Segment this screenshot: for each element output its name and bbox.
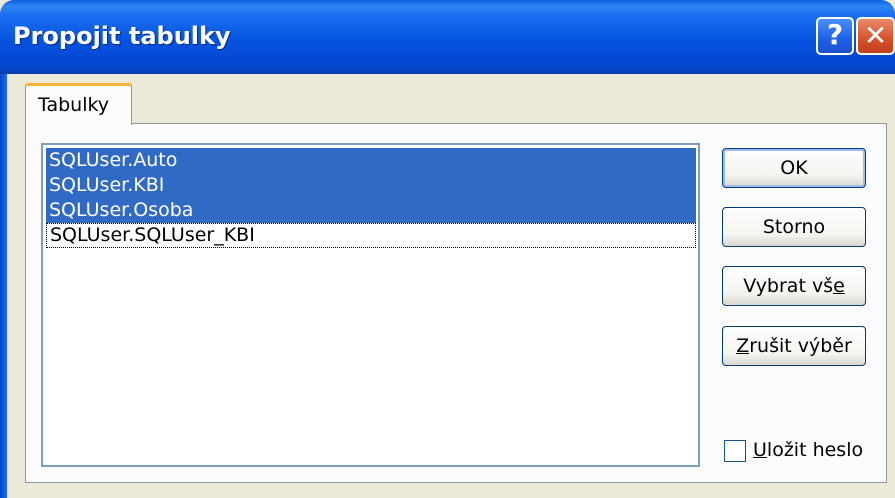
cancel-button[interactable]: Storno [722,207,866,247]
select-all-label: Vybrat vš [743,275,834,297]
clear-selection-button[interactable]: Zrušit výběr [722,326,866,366]
close-icon: ✕ [863,19,888,52]
ok-button-label: OK [780,157,808,179]
window-frame-left [0,74,7,498]
window-title: Propojit tabulky [13,22,231,50]
dialog-window: Propojit tabulky ? ✕ Tabulky SQLUser.Aut… [0,0,895,498]
select-all-accelerator: e [833,275,845,297]
cancel-button-label: Storno [762,216,826,238]
help-icon: ? [826,18,844,51]
checkbox-label-text: ložit heslo [766,439,864,461]
help-button[interactable]: ? [816,17,854,55]
list-item[interactable]: SQLUser.Auto [46,148,696,173]
select-all-button[interactable]: Vybrat vše [722,266,866,306]
checkbox-label: Uložit heslo [753,439,863,461]
close-button[interactable]: ✕ [856,17,895,55]
tab-label: Tabulky [38,94,110,116]
clear-selection-label: rušit výběr [749,335,852,357]
list-item[interactable]: SQLUser.SQLUser_KBI [46,223,696,248]
list-item-label: SQLUser.Osoba [49,199,194,221]
list-item-label: SQLUser.SQLUser_KBI [50,224,255,246]
clear-selection-accelerator: Z [736,335,750,357]
tab-tabulky[interactable]: Tabulky [25,83,132,125]
list-item[interactable]: SQLUser.Osoba [46,198,696,223]
tables-listbox[interactable]: SQLUser.Auto SQLUser.KBI SQLUser.Osoba S… [41,143,700,467]
list-item-label: SQLUser.Auto [49,149,178,171]
checkbox-accelerator: U [753,439,767,461]
ok-button[interactable]: OK [722,148,866,188]
checkbox-box[interactable] [724,440,746,462]
title-bar[interactable]: Propojit tabulky ? ✕ [0,0,895,74]
list-item[interactable]: SQLUser.KBI [46,173,696,198]
list-item-label: SQLUser.KBI [49,174,165,196]
